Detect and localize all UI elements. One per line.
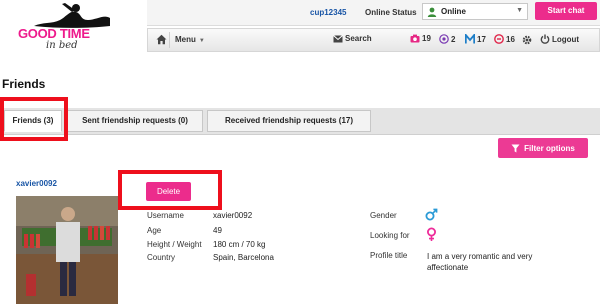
logout-link[interactable]: Logout [540,34,579,44]
likes-counter[interactable]: 16 [494,34,515,44]
eye-icon [439,34,449,44]
profile-photo[interactable] [16,196,118,304]
page-title: Friends [2,77,46,91]
delete-friend-button[interactable]: Delete [146,182,191,201]
online-status-value: Online [441,7,466,16]
profile-username-link[interactable]: xavier0092 [16,179,57,188]
menu-dropdown[interactable]: Menu ▼ [175,35,205,44]
visitors-count: 2 [451,34,456,44]
field-label-gender: Gender [370,211,397,220]
top-bar: cup12345 Online Status Online ▼ Start ch… [147,0,600,26]
logo-text-main: GOOD TIME [18,26,90,41]
camera-icon [410,34,420,43]
mail-counter[interactable]: 17 [465,34,486,44]
likes-count: 16 [506,34,515,44]
heart-icon [494,34,504,44]
chevron-down-icon: ▼ [516,7,523,14]
visitors-counter[interactable]: 2 [439,34,455,44]
menu-label: Menu [175,35,196,44]
field-label-profile-title: Profile title [370,251,408,260]
search-label: Search [345,34,372,43]
filter-options-label: Filter options [524,143,575,153]
field-label-country: Country [147,253,176,262]
online-status-select[interactable]: Online ▼ [422,3,528,20]
home-icon[interactable] [156,34,167,45]
logout-label: Logout [552,34,580,44]
field-value-height-weight: 180 cm / 70 kg [213,240,266,249]
logo-text-sub: in bed [46,40,78,51]
field-value-age: 49 [213,226,222,235]
female-icon [427,227,436,241]
tab-sent-requests[interactable]: Sent friendship requests (0) [67,110,203,132]
envelope-icon [333,34,343,42]
chevron-down-icon: ▼ [198,38,205,44]
field-value-username: xavier0092 [213,211,253,220]
online-status-label: Online Status [365,8,417,17]
nav-divider [169,32,170,48]
field-value-profile-title: I am a very romantic and very affectiona… [427,252,533,272]
power-icon [540,34,550,44]
male-icon [425,208,438,221]
tabs-bar: Friends (3) Sent friendship requests (0)… [0,108,600,135]
mail-icon [465,34,475,44]
search-link[interactable]: Search [333,34,372,43]
field-label-looking-for: Looking for [370,231,410,240]
photos-counter[interactable]: 19 [410,34,431,43]
field-label-height-weight: Height / Weight [147,240,202,249]
field-label-age: Age [147,226,162,235]
current-username[interactable]: cup12345 [310,8,346,17]
photos-count: 19 [422,34,431,43]
site-logo[interactable]: GOOD TIME in bed [12,0,132,70]
funnel-icon [511,144,520,152]
mail-count: 17 [477,34,486,44]
profile-photo-image [16,196,118,304]
tab-friends[interactable]: Friends (3) [4,110,62,132]
filter-options-button[interactable]: Filter options [498,138,588,158]
user-icon [427,7,437,17]
tab-received-requests[interactable]: Received friendship requests (17) [207,110,371,132]
field-value-country: Spain, Barcelona [213,253,274,262]
field-label-username: Username [147,211,184,220]
gear-icon[interactable] [522,35,532,45]
start-chat-button[interactable]: Start chat [535,2,597,20]
nav-bar: Menu ▼ Search 19 2 17 16 Logout [147,28,600,52]
